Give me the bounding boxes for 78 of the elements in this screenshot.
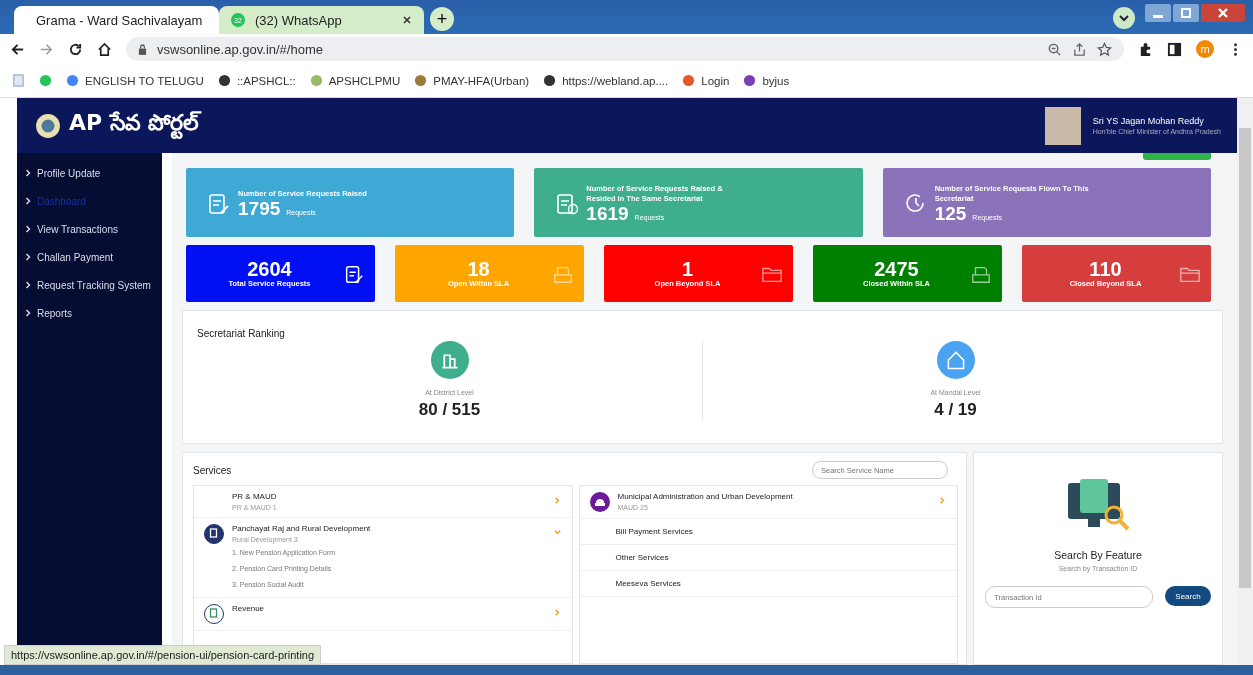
photo-placeholder <box>1044 106 1081 145</box>
address-bar[interactable]: vswsonline.ap.gov.in/#/home <box>126 37 1124 61</box>
sidebar-item[interactable]: Request Tracking System <box>17 271 162 299</box>
status-count: 1 <box>681 259 694 279</box>
star-icon[interactable] <box>1097 41 1112 57</box>
request-count: 1795 <box>238 198 281 221</box>
request-count: 1619 <box>586 203 629 226</box>
service-link[interactable]: Bill Payment Services <box>579 519 957 545</box>
category-title: PR & MAUD <box>232 492 278 501</box>
tab-title: (32) WhatsApp <box>255 12 343 28</box>
chevron-right-icon <box>25 253 31 261</box>
share-icon[interactable] <box>1072 41 1087 57</box>
emblem-icon <box>35 112 61 139</box>
minimize-icon[interactable] <box>1145 4 1171 22</box>
sidebar-item[interactable]: View Transactions <box>17 215 162 243</box>
bookmark-link[interactable]: ENGLISH TO TELUGU <box>66 74 204 87</box>
bookmark-link[interactable]: byjus <box>743 74 790 87</box>
bookmark-link[interactable]: ::APSHCL:: <box>217 74 296 87</box>
browser-tab[interactable]: Grama - Ward Sachivalayam <box>14 6 219 34</box>
url-text: vswsonline.ap.gov.in/#/home <box>157 41 323 57</box>
portal-logo-text: AP సేవ పోర్టల్ <box>69 110 200 141</box>
scrollbar[interactable] <box>1237 98 1253 665</box>
bookmark-link[interactable]: APSHCLPMU <box>309 74 401 87</box>
category-icon <box>204 524 224 544</box>
site-icon <box>414 74 428 87</box>
chevron-right-icon <box>25 309 31 317</box>
category-title: Revenue <box>232 604 266 613</box>
chevron-right-icon <box>25 225 31 233</box>
panel-title: Services <box>193 464 232 476</box>
service-link[interactable]: Other Services <box>579 545 957 571</box>
new-tab-button[interactable]: + <box>430 7 454 31</box>
site-icon <box>309 74 323 87</box>
bookmark-link[interactable]: https://webland.ap.... <box>543 74 669 87</box>
back-arrow-icon[interactable] <box>10 41 25 57</box>
close-icon[interactable] <box>1201 4 1245 22</box>
search-button[interactable]: Search <box>1165 586 1211 606</box>
service-link[interactable]: Meeseva Services <box>579 571 957 597</box>
scrollbar-thumb[interactable] <box>1239 128 1251 588</box>
status-count: 2604 <box>247 259 292 279</box>
site-icon <box>543 74 557 87</box>
bookmark-link[interactable]: PMAY-HFA(Urban) <box>414 74 530 87</box>
home-icon[interactable] <box>97 41 112 57</box>
zoom-icon[interactable] <box>1047 41 1062 57</box>
status-count: 2475 <box>874 259 919 279</box>
close-icon[interactable] <box>402 15 412 25</box>
site-icon <box>743 74 757 87</box>
panel-title: Secretariat Ranking <box>197 328 285 339</box>
reload-icon[interactable] <box>68 41 83 57</box>
chat-app-icon[interactable] <box>39 74 52 87</box>
chevron-right-icon <box>25 197 31 205</box>
chevron-down-icon[interactable] <box>1113 7 1135 29</box>
site-icon <box>66 74 79 87</box>
tab-title: Grama - Ward Sachivalayam <box>36 12 203 28</box>
category-title: Panchayat Raj and Rural Development <box>232 524 372 533</box>
status-count: 18 <box>467 259 490 279</box>
side-panel-icon[interactable] <box>1167 41 1182 57</box>
sidebar-item[interactable]: Challan Payment <box>17 243 162 271</box>
bookmark-link[interactable]: Login <box>682 74 730 87</box>
request-count: 125 <box>934 203 967 226</box>
rank-value: 4 / 19 <box>934 400 977 420</box>
status-url: https://vswsonline.ap.gov.in/#/pension-ui/pension-card-printing <box>4 645 322 665</box>
feature-title: Search By Feature <box>1054 549 1142 561</box>
restore-icon[interactable] <box>1173 4 1199 22</box>
category-icon <box>589 492 610 512</box>
lock-icon <box>138 43 147 55</box>
rank-value: 80 / 515 <box>418 400 481 420</box>
status-count: 110 <box>1089 259 1122 279</box>
service-category[interactable]: Revenue <box>194 598 572 631</box>
sidebar-item[interactable]: Profile Update <box>17 159 162 187</box>
category-title: Municipal Administration and Urban Development <box>617 492 794 501</box>
user-name: Sri YS Jagan Mohan Reddy <box>1092 116 1205 126</box>
category-icon <box>204 604 224 624</box>
chevron-right-icon <box>25 281 31 289</box>
chevron-right-icon <box>25 169 31 177</box>
site-icon <box>682 74 696 87</box>
site-icon <box>217 74 231 87</box>
puzzle-icon[interactable] <box>1138 41 1153 57</box>
sidebar-item[interactable]: Reports <box>17 299 162 327</box>
